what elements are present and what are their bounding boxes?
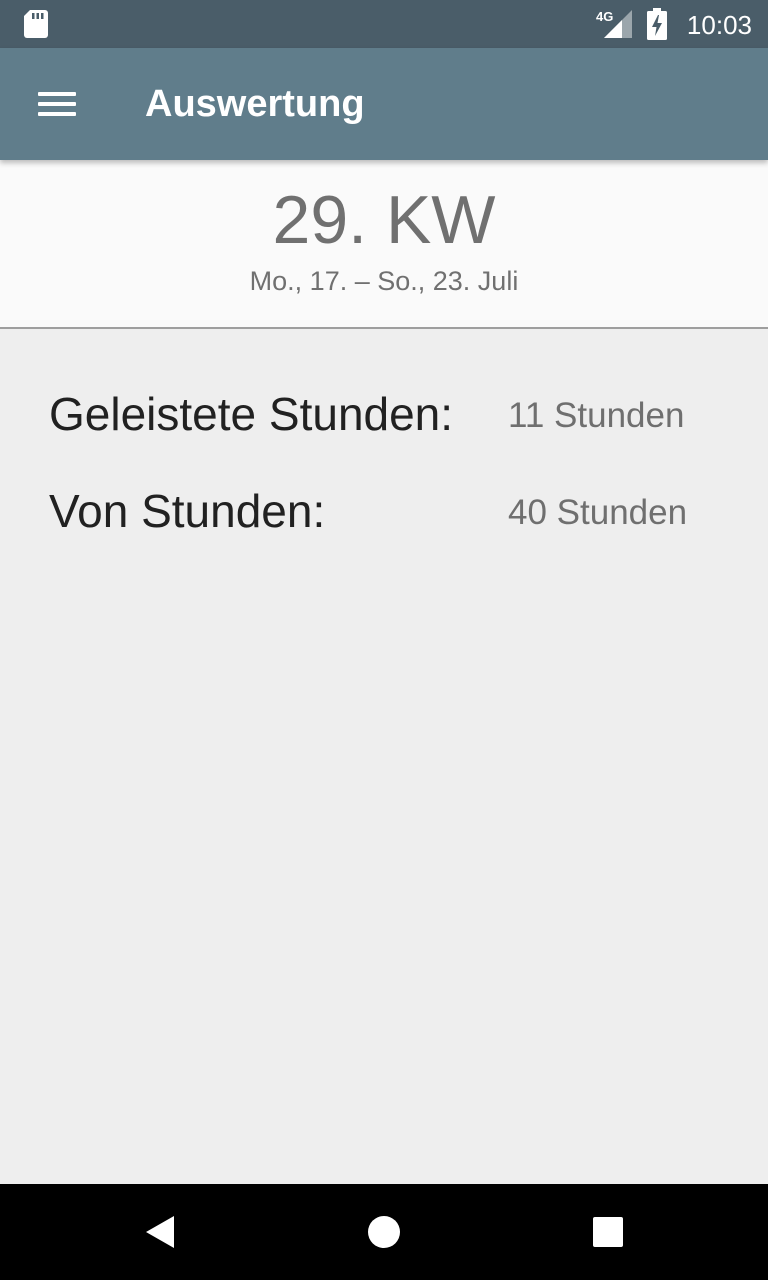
page-title: Auswertung [145, 83, 365, 125]
worked-hours-value: 11 Stunden [508, 396, 685, 435]
home-button[interactable] [352, 1200, 416, 1264]
screen: 4G 10:03 Auswertung 29. KW Mo., 17. – So… [0, 0, 768, 1280]
worked-hours-label: Geleistete Stunden: [49, 388, 454, 440]
menu-button[interactable] [20, 68, 92, 140]
back-button[interactable] [128, 1200, 192, 1264]
status-clock: 10:03 [686, 10, 752, 40]
stat-row-target-hours: Von Stunden: 40 Stunden [0, 483, 768, 543]
hamburger-menu-icon [38, 92, 76, 116]
status-bar: 4G 10:03 [0, 0, 768, 48]
week-number: 29. KW [272, 182, 496, 258]
signal-4g-icon: 4G [596, 9, 632, 38]
home-icon [368, 1216, 400, 1248]
svg-text:4G: 4G [596, 9, 613, 24]
week-date-range: Mo., 17. – So., 23. Juli [249, 266, 519, 296]
battery-charging-icon [647, 8, 667, 40]
sd-card-icon [24, 10, 48, 38]
back-icon [146, 1216, 174, 1248]
recents-button[interactable] [576, 1200, 640, 1264]
stat-row-worked-hours: Geleistete Stunden: 11 Stunden [0, 386, 768, 446]
app-bar: Auswertung [0, 48, 768, 160]
week-header: 29. KW Mo., 17. – So., 23. Juli [0, 160, 768, 329]
recents-icon [593, 1217, 623, 1247]
system-nav-bar [0, 1184, 768, 1280]
target-hours-value: 40 Stunden [508, 493, 688, 532]
target-hours-label: Von Stunden: [49, 485, 326, 537]
